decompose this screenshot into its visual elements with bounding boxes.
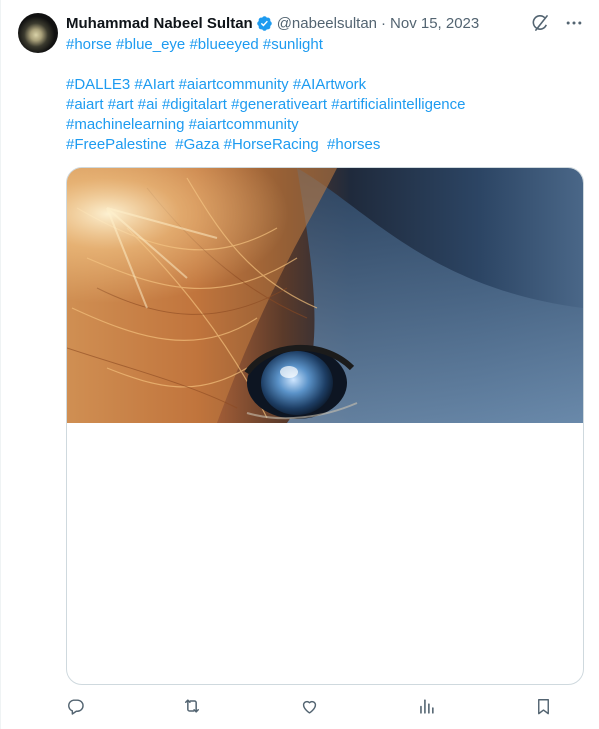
- hashtag-link[interactable]: #digitalart: [162, 96, 227, 113]
- more-icon[interactable]: [563, 12, 585, 34]
- hashtag-link[interactable]: #art: [108, 96, 134, 113]
- hashtag-link[interactable]: #blueeyed: [189, 36, 258, 53]
- reply-icon[interactable]: [63, 694, 87, 718]
- like-icon[interactable]: [297, 694, 321, 718]
- author-handle[interactable]: @nabeelsultan: [277, 15, 377, 32]
- hashtag-link[interactable]: #aiartcommunity: [189, 116, 299, 133]
- hashtag-link[interactable]: #HorseRacing: [224, 136, 319, 153]
- views-icon[interactable]: [414, 694, 438, 718]
- hashtag-link[interactable]: #sunlight: [263, 36, 323, 53]
- hashtag-link[interactable]: #Gaza: [175, 136, 219, 153]
- hashtag-line: #machinelearning #aiartcommunity: [66, 115, 586, 135]
- header-actions: [529, 12, 585, 34]
- hashtag-link[interactable]: #aiart: [66, 96, 104, 113]
- hashtag-link[interactable]: #DALLE3: [66, 76, 130, 93]
- hashtag-link[interactable]: #artificialintelligence: [331, 96, 465, 113]
- hashtag-link[interactable]: #machinelearning: [66, 116, 184, 133]
- tweet-date[interactable]: Nov 15, 2023: [390, 15, 479, 32]
- hashtag-link[interactable]: #horses: [327, 136, 380, 153]
- hashtag-link[interactable]: #ai: [138, 96, 158, 113]
- tweet-text: #horse #blue_eye #blueeyed #sunlight #DA…: [66, 35, 586, 155]
- media-container[interactable]: [66, 167, 584, 685]
- author-name[interactable]: Muhammad Nabeel Sultan: [66, 15, 253, 32]
- hashtag-link[interactable]: #FreePalestine: [66, 136, 167, 153]
- hashtag-line: #FreePalestine #Gaza #HorseRacing #horse…: [66, 135, 586, 155]
- line-break: [66, 55, 586, 75]
- hashtag-link[interactable]: #generativeart: [231, 96, 327, 113]
- retweet-icon[interactable]: [180, 694, 204, 718]
- grok-icon[interactable]: [529, 12, 551, 34]
- hashtag-link[interactable]: #blue_eye: [116, 36, 185, 53]
- hashtag-line: #horse #blue_eye #blueeyed #sunlight: [66, 35, 586, 55]
- verified-badge-icon[interactable]: [256, 15, 273, 32]
- horse-eye-photo[interactable]: [67, 168, 583, 423]
- hashtag-line: #aiart #art #ai #digitalart #generativea…: [66, 95, 586, 115]
- tweet-actions: [63, 694, 561, 718]
- hashtag-link[interactable]: #AIart: [134, 76, 174, 93]
- separator-dot: ·: [381, 14, 387, 32]
- tweet-card[interactable]: Muhammad Nabeel Sultan @nabeelsultan · N…: [0, 0, 599, 729]
- hashtag-link[interactable]: #AIArtwork: [293, 76, 366, 93]
- avatar[interactable]: [18, 13, 58, 53]
- hashtag-link[interactable]: #horse: [66, 36, 112, 53]
- hashtag-link[interactable]: #aiartcommunity: [179, 76, 289, 93]
- bookmark-icon[interactable]: [531, 694, 555, 718]
- tweet-header: Muhammad Nabeel Sultan @nabeelsultan · N…: [66, 13, 585, 33]
- hashtag-line: #DALLE3 #AIart #aiartcommunity #AIArtwor…: [66, 75, 586, 95]
